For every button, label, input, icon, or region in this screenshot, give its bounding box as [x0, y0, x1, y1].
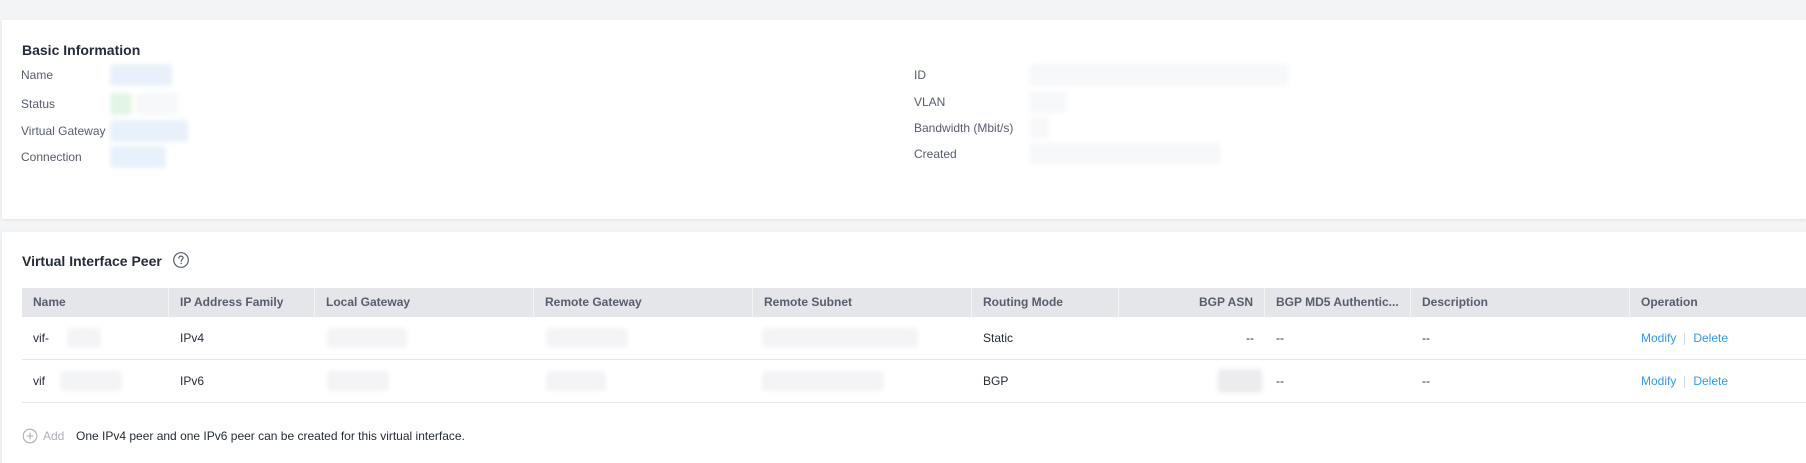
row-routing-mode: BGP	[983, 374, 1009, 388]
operation-divider	[1684, 375, 1686, 388]
row-remote-gateway	[546, 328, 628, 348]
peer-title: Virtual Interface Peer	[22, 253, 162, 269]
vlan-value	[1029, 91, 1067, 113]
row-remote-subnet	[762, 371, 884, 391]
delete-link[interactable]: Delete	[1693, 374, 1728, 388]
operation-divider	[1684, 332, 1686, 345]
row-name: vif	[33, 374, 45, 388]
col-routing-mode: Routing Mode	[972, 288, 1119, 317]
col-local-gateway: Local Gateway	[315, 288, 534, 317]
peer-card: Virtual Interface Peer Name IP Address F…	[2, 232, 1806, 463]
basic-info-title: Basic Information	[22, 42, 141, 58]
row-description: --	[1422, 331, 1430, 345]
row-name-redacted	[67, 328, 101, 348]
col-bgp-asn: BGP ASN	[1119, 288, 1265, 317]
basic-info-card: Basic Information Name Status Virtual Ga…	[2, 20, 1806, 219]
status-icon	[110, 93, 132, 115]
name-value	[110, 64, 172, 86]
id-label: ID	[914, 68, 926, 82]
plus-circle-icon[interactable]	[22, 428, 38, 444]
row-routing-mode: Static	[983, 331, 1014, 345]
virtual-gateway-label: Virtual Gateway	[21, 124, 106, 138]
row-local-gateway	[327, 328, 407, 348]
status-label: Status	[21, 97, 56, 111]
row-family: IPv4	[180, 331, 205, 345]
id-value	[1029, 64, 1289, 86]
delete-link[interactable]: Delete	[1693, 331, 1728, 345]
row-name: vif-	[33, 331, 49, 345]
row-bgp-asn	[1218, 369, 1262, 393]
col-description: Description	[1411, 288, 1630, 317]
row-description: --	[1422, 374, 1430, 388]
add-peer-button[interactable]: Add	[43, 426, 64, 446]
table-row: vif IPv6 BGP -- -- Modify Delete	[22, 360, 1806, 403]
row-remote-subnet	[762, 328, 918, 348]
row-operations: Modify Delete	[1630, 317, 1728, 359]
table-header: Name IP Address Family Local Gateway Rem…	[22, 288, 1806, 317]
row-local-gateway	[327, 371, 389, 391]
connection-label: Connection	[21, 150, 82, 164]
col-ip-family: IP Address Family	[169, 288, 315, 317]
row-family: IPv6	[180, 374, 205, 388]
created-value	[1029, 143, 1221, 165]
col-remote-gateway: Remote Gateway	[534, 288, 753, 317]
modify-link[interactable]: Modify	[1641, 374, 1676, 388]
connection-link[interactable]	[110, 146, 166, 168]
table-row: vif- IPv4 Static -- -- -- Modify Delete	[22, 317, 1806, 360]
col-bgp-md5: BGP MD5 Authentic...	[1265, 288, 1411, 317]
col-remote-subnet: Remote Subnet	[753, 288, 972, 317]
name-label: Name	[21, 68, 54, 82]
row-remote-gateway	[546, 371, 606, 391]
row-name-redacted	[60, 371, 122, 391]
peer-table: Name IP Address Family Local Gateway Rem…	[22, 288, 1806, 403]
row-bgp-md5: --	[1276, 374, 1284, 388]
col-operation: Operation	[1641, 295, 1698, 309]
status-value	[136, 93, 178, 115]
virtual-gateway-link[interactable]	[110, 120, 188, 142]
row-bgp-asn: --	[1246, 331, 1254, 345]
col-name: Name	[22, 288, 169, 317]
row-bgp-md5: --	[1276, 331, 1284, 345]
modify-link[interactable]: Modify	[1641, 331, 1676, 345]
add-peer-hint: One IPv4 peer and one IPv6 peer can be c…	[76, 429, 465, 443]
help-circle-icon[interactable]	[172, 251, 190, 269]
row-operations: Modify Delete	[1630, 360, 1728, 402]
created-label: Created	[914, 147, 957, 161]
bandwidth-value	[1029, 117, 1049, 139]
bandwidth-label: Bandwidth (Mbit/s)	[914, 121, 1014, 135]
vlan-label: VLAN	[914, 95, 946, 109]
